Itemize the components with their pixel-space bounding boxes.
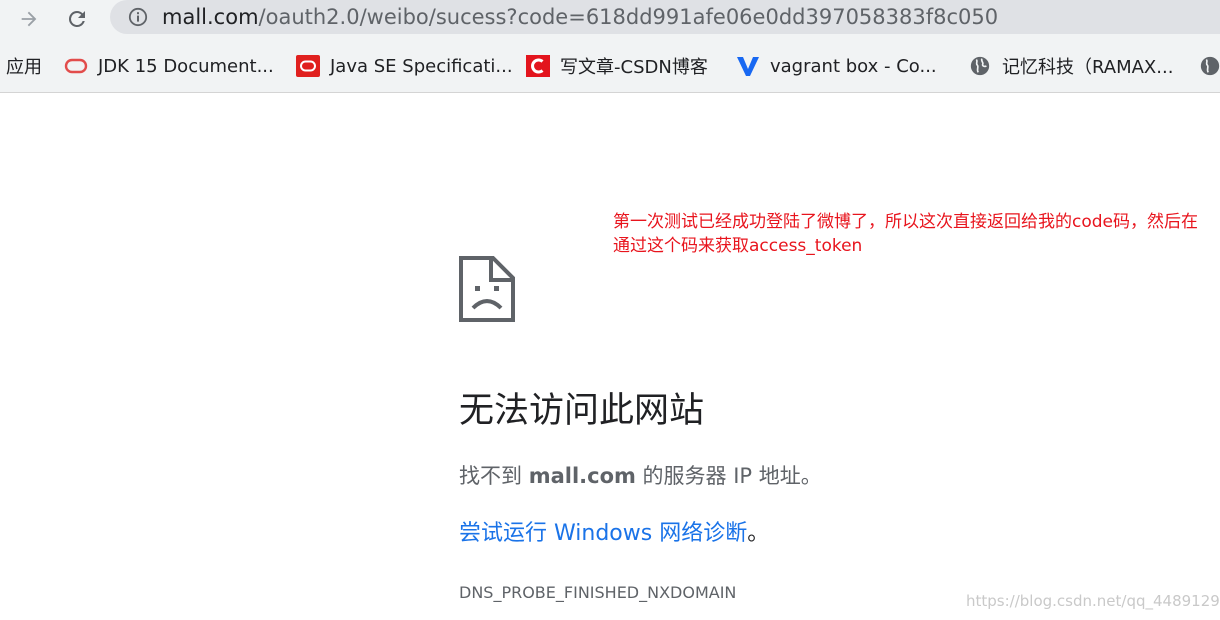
- error-desc-host: mall.com: [528, 464, 636, 488]
- oracle-icon: [296, 55, 320, 77]
- url-path: /oauth2.0/weibo/sucess?code=618dd991afe0…: [258, 5, 999, 29]
- page-content: 第一次测试已经成功登陆了微博了，所以这次直接返回给我的code码，然后在通过这个…: [0, 93, 1220, 620]
- bookmark-csdn[interactable]: 写文章-CSDN博客: [526, 52, 708, 80]
- bookmark-java-se-spec[interactable]: Java SE Specificati...: [296, 52, 513, 80]
- sad-page-icon: [459, 256, 515, 322]
- error-title: 无法访问此网站: [459, 391, 705, 431]
- red-annotation-note: 第一次测试已经成功登陆了微博了，所以这次直接返回给我的code码，然后在通过这个…: [613, 212, 1198, 256]
- bookmark-vagrant-label: vagrant box - Co...: [770, 55, 937, 77]
- vagrant-icon: [736, 55, 760, 77]
- site-info-icon[interactable]: [128, 7, 148, 27]
- oracle-icon: [64, 55, 88, 77]
- bookmark-more[interactable]: [1198, 52, 1220, 80]
- globe-icon: [1198, 55, 1220, 77]
- bookmark-java-se-spec-label: Java SE Specificati...: [330, 55, 513, 77]
- error-desc-prefix: 找不到: [459, 464, 529, 488]
- bookmark-jdk15[interactable]: JDK 15 Document...: [64, 52, 274, 80]
- link-suffix: 。: [747, 521, 770, 546]
- bookmark-vagrant[interactable]: vagrant box - Co...: [736, 52, 937, 80]
- url-host: mall.com: [162, 5, 259, 29]
- bookmark-csdn-label: 写文章-CSDN博客: [560, 57, 708, 78]
- forward-arrow-icon[interactable]: [14, 4, 44, 34]
- network-diagnostics-link[interactable]: 尝试运行 Windows 网络诊断: [459, 521, 747, 546]
- error-desc-suffix: 的服务器 IP 地址。: [635, 464, 822, 488]
- bookmark-apps-label: 应用: [6, 57, 42, 78]
- address-bar[interactable]: mall.com/oauth2.0/weibo/sucess?code=618d…: [110, 0, 1220, 34]
- bookmark-jdk15-label: JDK 15 Document...: [98, 55, 274, 77]
- bookmark-ramaxel[interactable]: 记忆科技（RAMAX...: [968, 52, 1173, 80]
- error-description: 找不到 mall.com 的服务器 IP 地址。: [459, 461, 822, 491]
- csdn-icon: [526, 55, 550, 77]
- url-text[interactable]: mall.com/oauth2.0/weibo/sucess?code=618d…: [162, 3, 998, 31]
- bookmark-apps[interactable]: 应用: [6, 52, 42, 80]
- reload-icon[interactable]: [62, 4, 92, 34]
- bookmarks-bar: 应用 JDK 15 Document... Java SE Specificat…: [0, 44, 1220, 88]
- bookmark-ramaxel-label: 记忆科技（RAMAX...: [1002, 57, 1174, 78]
- globe-icon: [968, 55, 992, 77]
- network-diagnostics-link-row: 尝试运行 Windows 网络诊断。: [459, 519, 769, 549]
- csdn-watermark: https://blog.csdn.net/qq_44891295: [966, 592, 1220, 610]
- browser-toolbar: mall.com/oauth2.0/weibo/sucess?code=618d…: [0, 0, 1220, 93]
- error-code: DNS_PROBE_FINISHED_NXDOMAIN: [459, 583, 737, 602]
- navigation-row: mall.com/oauth2.0/weibo/sucess?code=618d…: [0, 0, 1220, 38]
